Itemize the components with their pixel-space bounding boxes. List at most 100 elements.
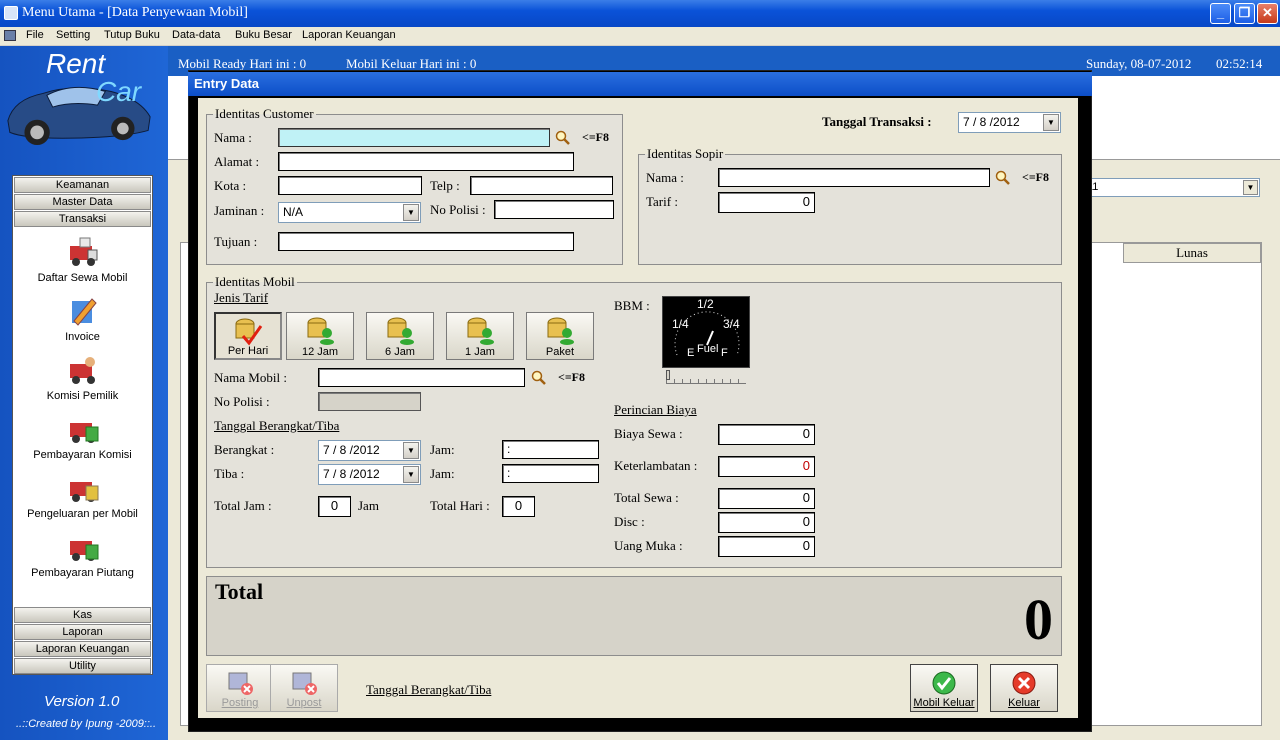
tarif-1-jam-button[interactable]: 1 Jam bbox=[446, 312, 514, 360]
customer-telp-input[interactable] bbox=[470, 176, 613, 195]
menu-laporan-keuangan[interactable]: Laporan Keuangan bbox=[302, 29, 396, 41]
keluar-button[interactable]: Keluar bbox=[990, 664, 1058, 712]
nav-group-master-data[interactable]: Master Data bbox=[14, 194, 151, 210]
menu-buku-besar[interactable]: Buku Besar bbox=[235, 29, 292, 41]
customer-alamat-input[interactable] bbox=[278, 152, 574, 171]
search-icon[interactable] bbox=[555, 130, 571, 146]
keterlambatan-label: Keterlambatan : bbox=[614, 458, 698, 473]
mobil-f8-hint: <=F8 bbox=[558, 370, 586, 384]
nav-item-komisi-pemilik[interactable]: Komisi Pemilik bbox=[13, 354, 152, 402]
customer-jaminan-select[interactable]: N/A ▼ bbox=[278, 202, 421, 223]
customer-alamat-label: Alamat : bbox=[214, 154, 260, 169]
chevron-down-icon[interactable]: ▼ bbox=[403, 442, 419, 459]
customer-jaminan-value: N/A bbox=[283, 205, 304, 219]
biaya-sewa-input[interactable]: 0 bbox=[718, 424, 815, 445]
keterlambatan-input[interactable]: 0 bbox=[718, 456, 815, 477]
berangkat-date-picker[interactable]: 7 / 8 /2012 ▼ bbox=[318, 440, 421, 461]
nav-item-label: Invoice bbox=[65, 331, 100, 343]
mobil-keluar-button[interactable]: Mobil Keluar bbox=[910, 664, 978, 712]
nav-group-keamanan[interactable]: Keamanan bbox=[14, 177, 151, 193]
tanggal-berangkat-tiba-link[interactable]: Tanggal Berangkat/Tiba bbox=[366, 682, 491, 698]
posting-button[interactable]: Posting bbox=[206, 664, 274, 712]
nav-item-pembayaran-piutang[interactable]: Pembayaran Piutang bbox=[13, 531, 152, 579]
nama-mobil-label: Nama Mobil : bbox=[214, 370, 287, 385]
tarif-12-jam-button[interactable]: 12 Jam bbox=[286, 312, 354, 360]
search-icon[interactable] bbox=[531, 370, 547, 386]
coins-user-icon bbox=[467, 317, 494, 345]
mobil-nopol-label: No Polisi : bbox=[214, 394, 270, 409]
close-icon bbox=[1012, 671, 1036, 695]
fuel-slider-thumb[interactable] bbox=[666, 370, 670, 380]
menu-setting[interactable]: Setting bbox=[56, 29, 90, 41]
nav-group-laporan[interactable]: Laporan bbox=[14, 624, 151, 640]
menu-tutup-buku[interactable]: Tutup Buku bbox=[104, 29, 160, 41]
total-sewa-input[interactable]: 0 bbox=[718, 488, 815, 509]
menu-file[interactable]: File bbox=[26, 29, 44, 41]
minimize-button[interactable]: _ bbox=[1210, 3, 1231, 24]
total-hari-input[interactable]: 0 bbox=[502, 496, 535, 517]
chevron-down-icon[interactable]: ▼ bbox=[1043, 114, 1059, 131]
truck-user-icon bbox=[66, 354, 100, 386]
nav-item-label: Pembayaran Piutang bbox=[31, 567, 134, 579]
tarif-per-hari-button[interactable]: Per Hari bbox=[214, 312, 282, 360]
menubar: File Setting Tutup Buku Data-data Buku B… bbox=[0, 27, 1280, 46]
version-text: Version 1.0 bbox=[44, 693, 120, 710]
nav-item-pengeluaran-mobil[interactable]: Pengeluaran per Mobil bbox=[13, 472, 152, 520]
chevron-down-icon[interactable]: ▼ bbox=[403, 204, 419, 221]
sopir-tarif-input[interactable]: 0 bbox=[718, 192, 815, 213]
jam-tiba-input[interactable]: : bbox=[502, 464, 599, 483]
nav-group-kas[interactable]: Kas bbox=[14, 607, 151, 623]
coins-check-icon bbox=[235, 318, 263, 346]
credit-text: ..::Created by Ipung -2009::.. bbox=[16, 718, 157, 730]
uang-muka-label: Uang Muka : bbox=[614, 538, 683, 553]
pencil-icon bbox=[66, 295, 100, 327]
jam-berangkat-input[interactable]: : bbox=[502, 440, 599, 459]
chevron-down-icon[interactable]: ▼ bbox=[403, 466, 419, 483]
customer-nopol-input[interactable] bbox=[494, 200, 614, 219]
customer-kota-input[interactable] bbox=[278, 176, 422, 195]
mdi-icon bbox=[4, 30, 16, 41]
tarif-paket-button[interactable]: Paket bbox=[526, 312, 594, 360]
grid-header-lunas[interactable]: Lunas bbox=[1123, 243, 1261, 263]
entry-dialog-body: Tanggal Transaksi : 7 / 8 /2012 ▼ Identi… bbox=[198, 98, 1078, 718]
tarif-button-label: 12 Jam bbox=[301, 346, 339, 358]
nav-group-transaksi[interactable]: Transaksi bbox=[14, 211, 151, 227]
chevron-down-icon[interactable]: ▼ bbox=[1243, 180, 1258, 195]
fuel-gauge-icon: 1/2 1/4 3/4 E Fuel F bbox=[662, 296, 750, 368]
nav-group-laporan-keuangan[interactable]: Laporan Keuangan bbox=[14, 641, 151, 657]
gauge-three-quarter-label: 3/4 bbox=[723, 317, 740, 331]
posting-button-label: Posting bbox=[221, 697, 259, 709]
perincian-biaya-heading: Perincian Biaya bbox=[614, 402, 697, 417]
sopir-nama-input[interactable] bbox=[718, 168, 990, 187]
customer-nama-input[interactable] bbox=[278, 128, 550, 147]
total-jam-input[interactable]: 0 bbox=[318, 496, 351, 517]
tarif-button-label: 6 Jam bbox=[385, 346, 415, 358]
customer-nopol-label: No Polisi : bbox=[430, 202, 486, 217]
nav-item-invoice[interactable]: Invoice bbox=[13, 295, 152, 343]
total-sewa-label: Total Sewa : bbox=[614, 490, 679, 505]
tarif-6-jam-button[interactable]: 6 Jam bbox=[366, 312, 434, 360]
tanggal-transaksi-picker[interactable]: 7 / 8 /2012 ▼ bbox=[958, 112, 1061, 133]
sopir-nama-label: Nama : bbox=[646, 170, 684, 185]
nav-item-daftar-sewa[interactable]: Daftar Sewa Mobil bbox=[13, 236, 152, 284]
fuel-slider[interactable] bbox=[666, 370, 746, 384]
jam-unit-label: Jam bbox=[358, 498, 379, 513]
unpost-button[interactable]: Unpost bbox=[270, 664, 338, 712]
nav-group-utility[interactable]: Utility bbox=[14, 658, 151, 674]
sopir-fieldset: Identitas Sopir bbox=[638, 146, 1062, 265]
tiba-date-value: 7 / 8 /2012 bbox=[323, 467, 380, 481]
search-icon[interactable] bbox=[995, 170, 1011, 186]
nav-item-label: Komisi Pemilik bbox=[46, 390, 119, 402]
disc-input[interactable]: 0 bbox=[718, 512, 815, 533]
nama-mobil-input[interactable] bbox=[318, 368, 525, 387]
background-combo[interactable]: 11 ▼ bbox=[1084, 178, 1260, 197]
nav-item-pembayaran-komisi[interactable]: Pembayaran Komisi bbox=[13, 413, 152, 461]
truck-icon bbox=[66, 236, 100, 268]
customer-tujuan-input[interactable] bbox=[278, 232, 574, 251]
close-button[interactable]: ✕ bbox=[1257, 3, 1278, 24]
tiba-date-picker[interactable]: 7 / 8 /2012 ▼ bbox=[318, 464, 421, 485]
uang-muka-input[interactable]: 0 bbox=[718, 536, 815, 557]
menu-data-data[interactable]: Data-data bbox=[172, 29, 220, 41]
restore-button[interactable]: ❐ bbox=[1234, 3, 1255, 24]
total-jam-label: Total Jam : bbox=[214, 498, 272, 513]
